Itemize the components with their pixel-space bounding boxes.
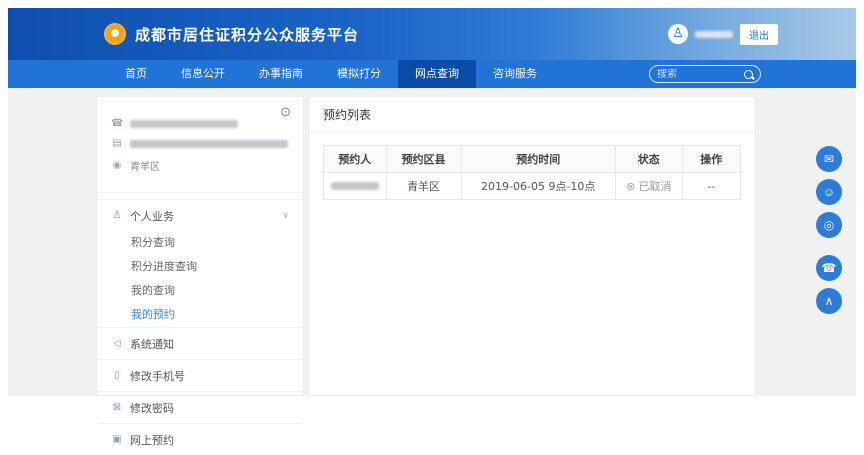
site-header: 成都市居住证积分公众服务平台 ♙ 退出 bbox=[8, 8, 856, 60]
back-to-top-icon[interactable]: ∧ bbox=[816, 288, 842, 314]
mobile-icon: ▯ bbox=[111, 370, 123, 381]
cell-action: -- bbox=[682, 173, 740, 200]
cell-status: ⊗已取消 bbox=[615, 173, 682, 200]
col-status: 状态 bbox=[615, 146, 682, 173]
chevron-down-icon: ∨ bbox=[282, 211, 289, 221]
nav-item-home[interactable]: 首页 bbox=[108, 60, 164, 88]
search-input[interactable] bbox=[657, 69, 744, 80]
nav-item-guide[interactable]: 办事指南 bbox=[242, 60, 320, 88]
online-booking-label: 网上预约 bbox=[130, 432, 174, 448]
col-time: 预约时间 bbox=[461, 146, 615, 173]
profile-phone-row: ☎ bbox=[111, 118, 289, 129]
masked-phone-number bbox=[130, 120, 238, 128]
masked-booker-name bbox=[331, 182, 379, 190]
nav-item-info-disclosure[interactable]: 信息公开 bbox=[164, 60, 242, 88]
nav-item-mock-scoring[interactable]: 模拟打分 bbox=[320, 60, 398, 88]
user-avatar-icon: ♙ bbox=[668, 24, 688, 44]
change-mobile-label: 修改手机号 bbox=[130, 368, 185, 384]
nav-item-consult[interactable]: 咨询服务 bbox=[476, 60, 554, 88]
id-card-icon: ▤ bbox=[111, 138, 123, 149]
status-badge: 已取消 bbox=[638, 180, 671, 193]
col-action: 操作 bbox=[682, 146, 740, 173]
cell-booker bbox=[324, 173, 387, 200]
notification-icon: ◁ bbox=[111, 338, 123, 349]
qq-icon[interactable]: ☺ bbox=[816, 179, 842, 205]
weibo-icon[interactable]: ◎ bbox=[816, 212, 842, 238]
personal-business-label: 个人业务 bbox=[130, 208, 174, 224]
sidebar: ⊙ ☎ ▤ ◉ 青羊区 ♙ 个人业务 ∨ bbox=[96, 96, 304, 396]
search-box bbox=[649, 65, 761, 83]
col-district: 预约区县 bbox=[386, 146, 461, 173]
booking-list-panel: 预约列表 预约人 预约区县 预约时间 状态 操作 青羊区 2019-06 bbox=[308, 96, 756, 396]
table-row: 青羊区 2019-06-05 9点-10点 ⊗已取消 -- bbox=[324, 173, 741, 200]
panel-title: 预约列表 bbox=[309, 97, 755, 133]
sidebar-item-my-query[interactable]: 我的查询 bbox=[97, 279, 303, 303]
cell-time: 2019-06-05 9点-10点 bbox=[461, 173, 615, 200]
col-booker: 预约人 bbox=[324, 146, 387, 173]
masked-id-number bbox=[130, 140, 288, 148]
masked-username bbox=[695, 31, 733, 38]
profile-district-row: ◉ 青羊区 bbox=[111, 158, 289, 173]
site-logo-icon bbox=[104, 23, 126, 45]
floating-toolbar: ✉ ☺ ◎ ☎ ∧ bbox=[816, 146, 842, 314]
district-label: 青羊区 bbox=[130, 158, 160, 173]
sidebar-item-online-booking[interactable]: ▣ 网上预约 bbox=[97, 423, 303, 455]
sidebar-item-my-booking[interactable]: 我的预约 bbox=[97, 303, 303, 327]
site-title: 成都市居住证积分公众服务平台 bbox=[135, 24, 359, 45]
logout-button[interactable]: 退出 bbox=[740, 24, 778, 45]
profile-id-row: ▤ bbox=[111, 138, 289, 149]
brand: 成都市居住证积分公众服务平台 bbox=[104, 23, 359, 45]
person-icon: ♙ bbox=[111, 210, 123, 221]
nav-item-branch-query[interactable]: 网点查询 bbox=[398, 60, 476, 88]
power-icon[interactable]: ⊙ bbox=[280, 105, 291, 120]
system-notice-label: 系统通知 bbox=[130, 336, 174, 352]
cancelled-icon: ⊗ bbox=[626, 180, 635, 193]
sidebar-item-points-query[interactable]: 积分查询 bbox=[97, 231, 303, 255]
sidebar-item-points-progress[interactable]: 积分进度查询 bbox=[97, 255, 303, 279]
main-nav: 首页 信息公开 办事指南 模拟打分 网点查询 咨询服务 bbox=[8, 60, 856, 88]
search-icon[interactable] bbox=[744, 70, 753, 79]
cell-district: 青羊区 bbox=[386, 173, 461, 200]
phone-icon: ☎ bbox=[111, 118, 123, 129]
table-header-row: 预约人 预约区县 预约时间 状态 操作 bbox=[324, 146, 741, 173]
sidebar-menu: ♙ 个人业务 ∨ 积分查询 积分进度查询 我的查询 我的预约 ◁ 系统通知 ▯ … bbox=[97, 199, 303, 455]
phone-contact-icon[interactable]: ☎ bbox=[816, 255, 842, 281]
sidebar-item-personal-business[interactable]: ♙ 个人业务 ∨ bbox=[97, 199, 303, 231]
page: 成都市居住证积分公众服务平台 ♙ 退出 首页 信息公开 办事指南 模拟打分 网点… bbox=[0, 0, 864, 404]
main-area: ⊙ ☎ ▤ ◉ 青羊区 ♙ 个人业务 ∨ bbox=[8, 88, 856, 396]
sidebar-item-system-notice[interactable]: ◁ 系统通知 bbox=[97, 327, 303, 359]
wechat-icon[interactable]: ✉ bbox=[816, 146, 842, 172]
sidebar-item-change-password[interactable]: ⊠ 修改密码 bbox=[97, 391, 303, 423]
change-password-label: 修改密码 bbox=[130, 400, 174, 416]
location-icon: ◉ bbox=[111, 160, 123, 171]
monitor-icon: ▣ bbox=[111, 434, 123, 445]
sidebar-item-change-mobile[interactable]: ▯ 修改手机号 bbox=[97, 359, 303, 391]
profile-card: ⊙ ☎ ▤ ◉ 青羊区 bbox=[97, 97, 303, 193]
booking-table: 预约人 预约区县 预约时间 状态 操作 青羊区 2019-06-05 9点-10… bbox=[323, 145, 741, 200]
user-area: ♙ 退出 bbox=[668, 24, 778, 45]
